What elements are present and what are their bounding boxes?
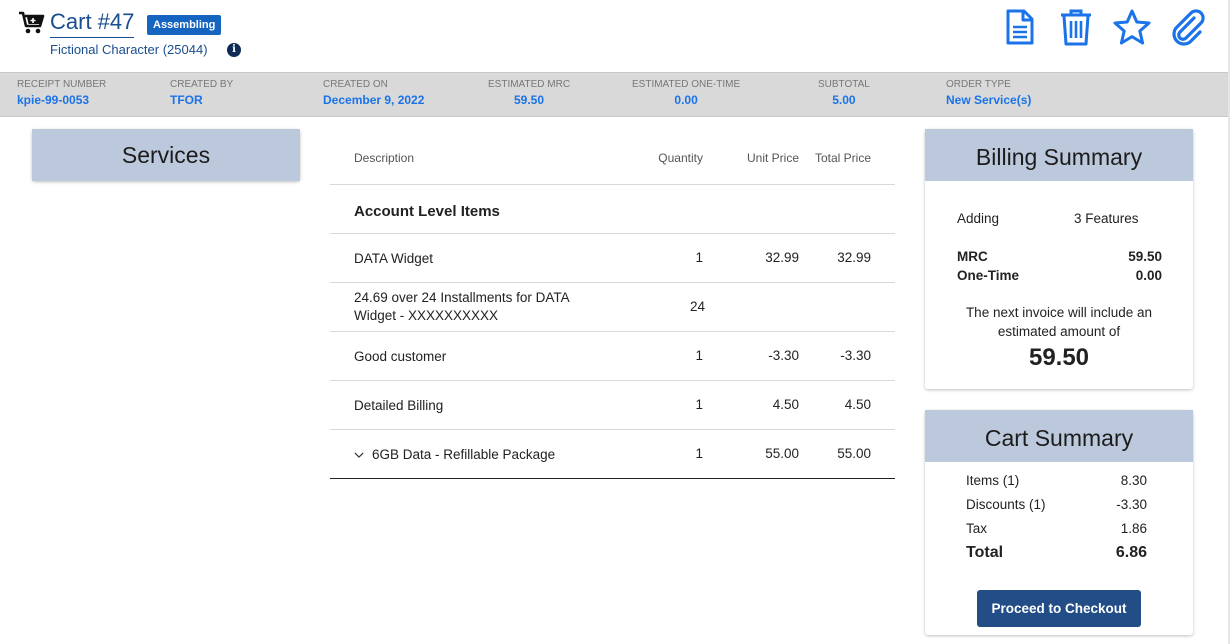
one-time-label: One-Time: [957, 268, 1020, 283]
col-description: Description: [354, 151, 415, 165]
item-unit-price: 4.50: [772, 397, 799, 412]
tax-label: Tax: [966, 521, 988, 536]
col-quantity: Quantity: [658, 151, 703, 165]
mrc-value: 59.50: [1128, 249, 1162, 264]
mrc-label: MRC: [957, 249, 988, 264]
total-label: Total: [966, 544, 1004, 561]
item-description: 24.69 over 24 Installments for DATA Widg…: [354, 290, 569, 323]
item-total-price: 55.00: [837, 446, 871, 461]
discounts-label: Discounts (1): [966, 497, 1046, 512]
item-quantity: 1: [695, 446, 703, 461]
header-actions: [1000, 6, 1208, 48]
info-icon[interactable]: i: [227, 43, 241, 57]
adding-label: Adding: [957, 211, 1000, 226]
item-description: 6GB Data - Refillable Package: [372, 447, 556, 462]
chevron-down-icon[interactable]: [354, 450, 364, 460]
col-unit-price: Unit Price: [746, 151, 799, 165]
item-unit-price: 55.00: [765, 446, 799, 461]
section-title: Account Level Items: [354, 203, 500, 220]
section-row: Account Level Items: [330, 185, 895, 234]
item-total-price: 4.50: [844, 397, 871, 412]
item-description: Good customer: [354, 349, 447, 364]
item-description-expandable[interactable]: 6GB Data - Refillable Package: [354, 446, 614, 464]
one-time-value: 0.00: [1135, 268, 1162, 283]
created-by: CREATED BY TFOR: [170, 79, 234, 107]
table-row: Good customer 1 -3.30 -3.30: [330, 332, 895, 381]
item-total-price: -3.30: [840, 348, 871, 363]
items-label: Items (1): [966, 473, 1020, 488]
invoice-note-line1: The next invoice will include an: [965, 305, 1153, 320]
tax-value: 1.86: [1120, 521, 1147, 536]
table-row[interactable]: 6GB Data - Refillable Package 1 55.00 55…: [330, 430, 895, 479]
items-value: 8.30: [1120, 473, 1147, 488]
item-total-price: 32.99: [837, 250, 871, 265]
trash-icon[interactable]: [1056, 6, 1096, 48]
paperclip-icon[interactable]: [1168, 6, 1208, 48]
document-icon[interactable]: [1000, 6, 1040, 48]
proceed-to-checkout-button[interactable]: Proceed to Checkout: [977, 590, 1141, 627]
page-header: Cart #47 Assembling Fictional Character …: [0, 0, 1230, 72]
item-quantity: 1: [695, 348, 703, 363]
invoice-note-line2: estimated amount of: [997, 324, 1121, 339]
created-on: CREATED ON December 9, 2022: [323, 79, 425, 107]
shopping-cart-icon: [19, 11, 45, 34]
items-table: Description Quantity Unit Price Total Pr…: [330, 136, 895, 479]
services-title: Services: [32, 129, 300, 181]
item-quantity: 1: [695, 397, 703, 412]
table-header: Description Quantity Unit Price Total Pr…: [330, 136, 895, 185]
table-row: 24.69 over 24 Installments for DATA Widg…: [330, 283, 895, 332]
discounts-value: -3.30: [1116, 497, 1147, 512]
item-description: DATA Widget: [354, 251, 434, 266]
item-quantity: 24: [689, 299, 705, 314]
customer-link[interactable]: Fictional Character (25044): [50, 42, 208, 57]
subtotal: SUBTOTAL 5.00: [818, 79, 870, 107]
item-unit-price: 32.99: [765, 250, 799, 265]
receipt-number: RECEIPT NUMBER kpie-99-0053: [17, 79, 107, 107]
item-unit-price: -3.30: [768, 348, 799, 363]
estimated-one-time: ESTIMATED ONE-TIME 0.00: [632, 79, 741, 107]
cart-summary-panel: Cart Summary Items (1) 8.30 Discounts (1…: [925, 410, 1193, 635]
table-row: Detailed Billing 1 4.50 4.50: [330, 381, 895, 430]
billing-summary-panel: Billing Summary Adding 3 Features MRC 59…: [925, 129, 1193, 389]
adding-value: 3 Features: [1074, 211, 1139, 226]
table-row: DATA Widget 1 32.99 32.99: [330, 234, 895, 283]
item-description: Detailed Billing: [354, 398, 444, 413]
order-info-bar: RECEIPT NUMBER kpie-99-0053 CREATED BY T…: [0, 72, 1230, 117]
cart-summary-title: Cart Summary: [925, 410, 1193, 462]
order-type: ORDER TYPE New Service(s): [946, 79, 1032, 107]
estimated-mrc: ESTIMATED MRC 59.50: [488, 79, 571, 107]
item-quantity: 1: [695, 250, 703, 265]
invoice-amount: 59.50: [1028, 344, 1090, 371]
cart-title[interactable]: Cart #47: [50, 8, 135, 38]
col-total-price: Total Price: [814, 151, 871, 165]
total-value: 6.86: [1115, 544, 1147, 561]
status-badge: Assembling: [147, 15, 222, 35]
billing-summary-title: Billing Summary: [925, 129, 1193, 181]
star-icon[interactable]: [1112, 6, 1152, 48]
services-panel: Services: [32, 129, 300, 181]
